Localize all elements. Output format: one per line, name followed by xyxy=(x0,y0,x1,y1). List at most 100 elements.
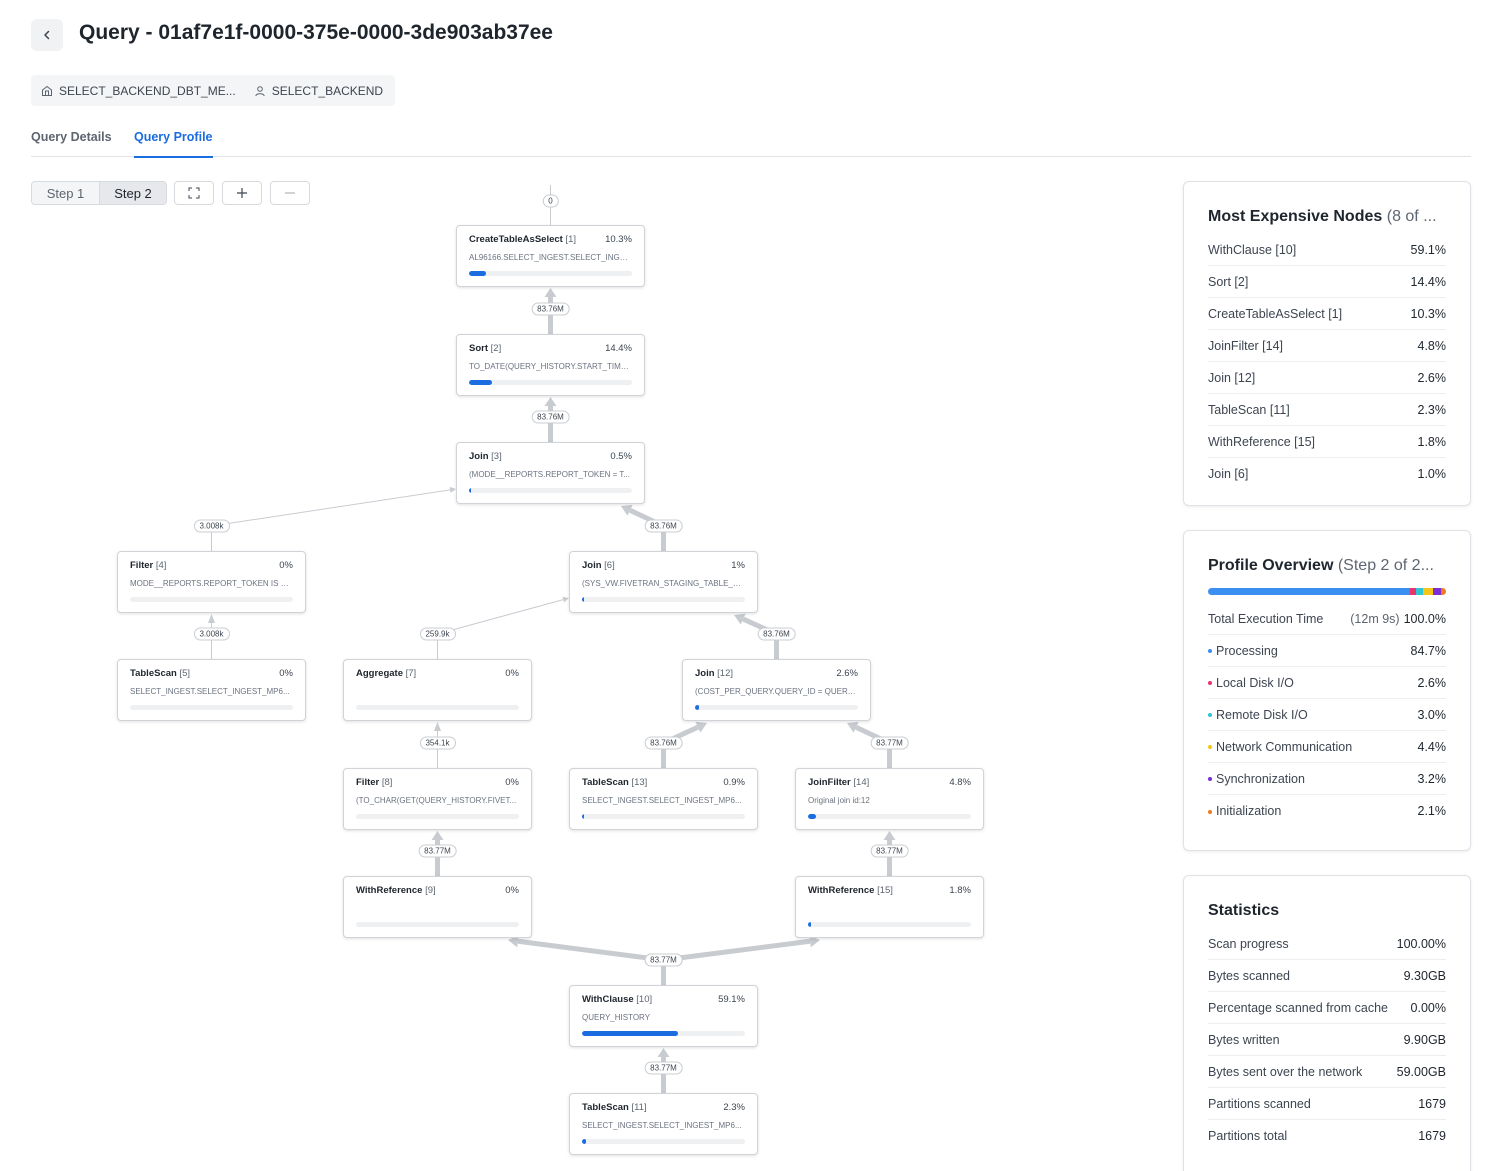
expensive-node-row[interactable]: CreateTableAsSelect [1] 10.3% xyxy=(1208,298,1446,330)
node-percentage: 4.8% xyxy=(949,777,971,788)
edge-row-count: 83.77M xyxy=(870,736,909,750)
node-label: WithClause [10] xyxy=(582,994,652,1005)
statistic-row-label: Partitions scanned xyxy=(1208,1096,1311,1111)
statistic-row-value: 9.90GB xyxy=(1403,1032,1446,1047)
node-id: [7] xyxy=(405,668,417,679)
node-cost-bar xyxy=(469,380,632,385)
expensive-node-row-value: 4.8% xyxy=(1417,338,1447,353)
node-header: Filter [4] 0% xyxy=(130,560,293,571)
total-execution-label: Total Execution Time xyxy=(1208,611,1324,626)
graph-node-withclause[interactable]: WithClause [10] 59.1% QUERY_HISTORY xyxy=(569,985,758,1047)
statistic-row-label: Partitions total xyxy=(1208,1129,1288,1143)
edge-row-count: 83.76M xyxy=(644,519,683,533)
node-detail: SELECT_INGEST.SELECT_INGEST_MP6... xyxy=(130,687,290,696)
edge-row-count: 83.76M xyxy=(644,736,683,750)
node-cost-bar xyxy=(130,597,293,602)
graph-node-tablescan[interactable]: TableScan [13] 0.9% SELECT_INGEST.SELECT… xyxy=(569,768,758,830)
node-percentage: 10.3% xyxy=(605,234,632,245)
graph-node-joinfilter[interactable]: JoinFilter [14] 4.8% Original join id:12 xyxy=(795,768,984,830)
node-detail: SELECT_INGEST.SELECT_INGEST_MP6... xyxy=(582,1121,742,1130)
node-id: [3] xyxy=(491,451,502,462)
node-name: Join xyxy=(695,668,715,679)
graph-node-sort[interactable]: Sort [2] 14.4% TO_DATE(QUERY_HISTORY.STA… xyxy=(456,334,645,396)
expensive-node-row-label: TableScan [11] xyxy=(1208,402,1290,417)
expensive-node-row-label: Sort [2] xyxy=(1208,274,1249,289)
node-detail: QUERY_HISTORY xyxy=(582,1013,651,1022)
legend-dot-icon xyxy=(1208,745,1212,750)
node-id: [9] xyxy=(425,885,436,896)
overview-row: Remote Disk I/O 3.0% xyxy=(1208,699,1446,731)
card-title-count: (8 of ... xyxy=(1386,208,1437,225)
card-title-text: Profile Overview xyxy=(1208,557,1334,574)
expensive-node-row[interactable]: WithClause [10] 59.1% xyxy=(1208,234,1446,266)
statistic-row: Percentage scanned from cache 0.00% xyxy=(1208,992,1446,1024)
node-name: CreateTableAsSelect xyxy=(469,234,563,245)
graph-node-filter[interactable]: Filter [4] 0% MODE__REPORTS.REPORT_TOKEN… xyxy=(117,551,306,613)
expensive-node-row[interactable]: TableScan [11] 2.3% xyxy=(1208,394,1446,426)
expensive-node-row[interactable]: JoinFilter [14] 4.8% xyxy=(1208,330,1446,362)
node-percentage: 0% xyxy=(505,777,519,788)
edge-row-count: 3.008k xyxy=(193,627,230,641)
expensive-node-row[interactable]: WithReference [15] 1.8% xyxy=(1208,426,1446,458)
graph-node-join[interactable]: Join [6] 1% (SYS_VW.FIVETRAN_STAGING_TAB… xyxy=(569,551,758,613)
edge-row-count: 83.77M xyxy=(644,1061,683,1075)
edge-row-count: 83.76M xyxy=(531,302,570,316)
graph-node-join[interactable]: Join [3] 0.5% (MODE__REPORTS.REPORT_TOKE… xyxy=(456,442,645,504)
node-cost-fill xyxy=(808,814,816,819)
expensive-node-row-value: 59.1% xyxy=(1410,242,1446,257)
expensive-node-row[interactable]: Sort [2] 14.4% xyxy=(1208,266,1446,298)
expensive-node-row[interactable]: Join [6] 1.0% xyxy=(1208,458,1446,490)
node-cost-fill xyxy=(469,488,471,493)
graph-node-withreference[interactable]: WithReference [9] 0% xyxy=(343,876,532,938)
total-execution-time: (12m 9s) xyxy=(1350,611,1400,626)
edge-n10-n9 xyxy=(508,935,666,985)
node-header: TableScan [11] 2.3% xyxy=(582,1102,745,1113)
expensive-node-row[interactable]: Join [12] 2.6% xyxy=(1208,362,1446,394)
overview-row-label: Network Communication xyxy=(1216,739,1353,754)
node-detail: MODE__REPORTS.REPORT_TOKEN IS NOT NULL xyxy=(130,579,293,588)
statistic-row: Bytes sent over the network 59.00GB xyxy=(1208,1056,1446,1088)
graph-node-aggregate[interactable]: Aggregate [7] 0% xyxy=(343,659,532,721)
node-cost-bar xyxy=(356,705,519,710)
node-label: Sort [2] xyxy=(469,343,501,354)
node-label: WithReference [15] xyxy=(808,885,893,896)
expensive-node-row-label: JoinFilter [14] xyxy=(1208,338,1284,353)
statistic-row-label: Scan progress xyxy=(1208,936,1289,951)
graph-node-tablescan[interactable]: TableScan [11] 2.3% SELECT_INGEST.SELECT… xyxy=(569,1093,758,1155)
node-detail: AL96166.SELECT_INGEST.SELECT_INGEST_QUER… xyxy=(469,253,632,262)
card-title-text: Most Expensive Nodes xyxy=(1208,208,1383,225)
node-name: Join xyxy=(582,560,602,571)
graph-node-join[interactable]: Join [12] 2.6% (COST_PER_QUERY.QUERY_ID … xyxy=(682,659,871,721)
node-percentage: 2.6% xyxy=(836,668,858,679)
graph-node-withreference[interactable]: WithReference [15] 1.8% xyxy=(795,876,984,938)
graph-node-createtableasselect[interactable]: CreateTableAsSelect [1] 10.3% AL96166.SE… xyxy=(456,225,645,287)
node-name: WithReference xyxy=(808,885,875,896)
statistics-title: Statistics xyxy=(1208,902,1280,919)
node-name: Join xyxy=(469,451,489,462)
profile-overview-card: Profile Overview (Step 2 of 2... Total E… xyxy=(1183,530,1471,851)
node-name: WithClause xyxy=(582,994,634,1005)
expensive-node-row-value: 1.8% xyxy=(1417,434,1447,449)
statistics-list: Scan progress 100.00% Bytes scanned 9.30GB P… xyxy=(1208,928,1446,1152)
overview-row: Synchronization 3.2% xyxy=(1208,763,1446,795)
node-detail xyxy=(356,687,519,698)
node-percentage: 0.5% xyxy=(610,451,632,462)
overview-row-value: 2.1% xyxy=(1417,804,1447,818)
total-execution-time-row: Total Execution Time (12m 9s) 100.0% xyxy=(1208,603,1446,635)
graph-node-tablescan[interactable]: TableScan [5] 0% SELECT_INGEST.SELECT_IN… xyxy=(117,659,306,721)
overview-breakdown-list: Processing 84.7% Local Disk I/O 2.6% Remote … xyxy=(1208,635,1446,827)
node-cost-fill xyxy=(808,922,811,927)
node-name: WithReference xyxy=(356,885,423,896)
node-detail xyxy=(356,904,519,915)
node-cost-bar xyxy=(695,705,858,710)
node-name: Filter xyxy=(130,560,154,571)
node-cost-bar xyxy=(582,597,745,602)
node-percentage: 1% xyxy=(731,560,745,571)
node-label: JoinFilter [14] xyxy=(808,777,869,788)
node-header: TableScan [13] 0.9% xyxy=(582,777,745,788)
node-name: TableScan xyxy=(130,668,177,679)
edge-row-count: 83.77M xyxy=(418,844,457,858)
graph-node-filter[interactable]: Filter [8] 0% (TO_CHAR(GET(QUERY_HISTORY… xyxy=(343,768,532,830)
node-name: Sort xyxy=(469,343,488,354)
node-id: [8] xyxy=(381,777,393,788)
